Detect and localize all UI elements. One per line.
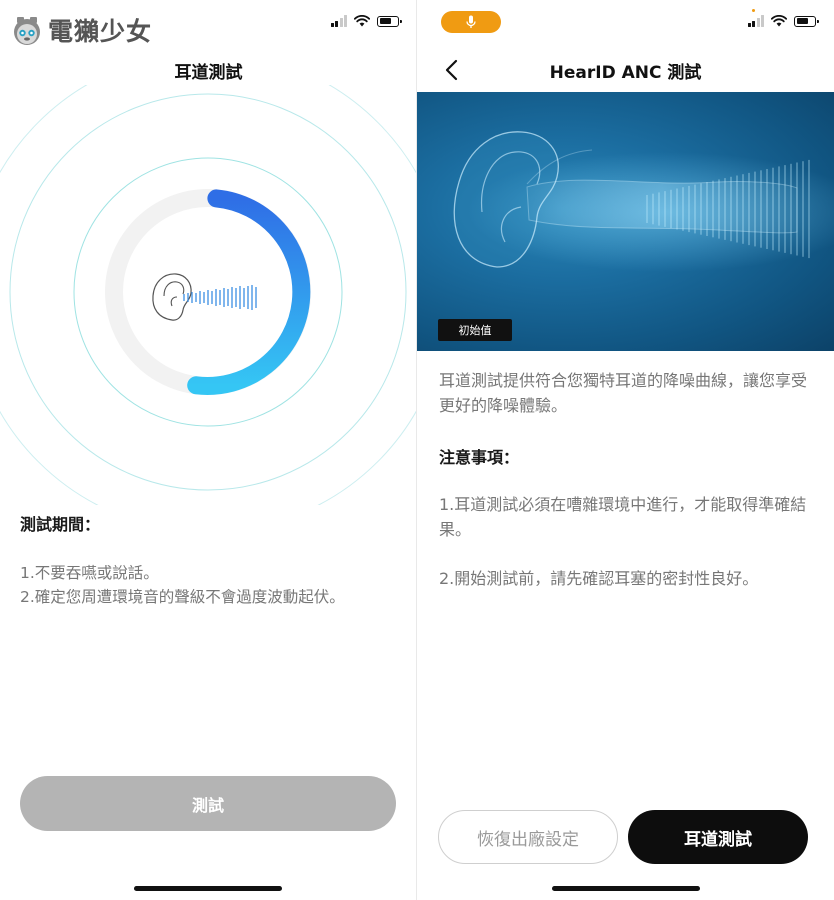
status-bar [747, 15, 819, 27]
status-bar [330, 15, 402, 27]
start-test-button[interactable]: 測試 [20, 776, 396, 831]
wifi-icon [771, 15, 787, 27]
page-title: HearID ANC 測試 [549, 63, 702, 83]
ear-with-sound-waves-icon [152, 273, 257, 321]
note-item: 2.開始測試前，請先確認耳塞的密封性良好。 [439, 569, 759, 588]
ear-test-progress-screen: 電獺少女 耳道測試 測試期間： 1.不要吞嚥或說話。 2.確定您周遭環境音的聲級… [0, 0, 417, 900]
page-title: 耳道測試 [174, 63, 243, 83]
note-item: 2.確定您周遭環境音的聲級不會過度波動起伏。 [20, 588, 345, 606]
ear-canal-hero-image: 初始值 [417, 92, 834, 351]
microphone-icon [466, 15, 476, 28]
home-indicator[interactable] [134, 886, 282, 891]
signal-bars-icon [747, 15, 764, 27]
start-ear-test-button[interactable]: 耳道測試 [628, 810, 808, 864]
section-heading: 測試期間： [20, 515, 101, 534]
privacy-dot-indicator [752, 9, 755, 12]
initial-value-badge: 初始值 [438, 319, 512, 341]
battery-icon [794, 15, 819, 27]
note-item: 1.不要吞嚥或說話。 [20, 564, 159, 582]
note-item: 1.耳道測試必須在嘈雜環境中進行，才能取得準確結果。 [439, 495, 807, 539]
battery-icon [377, 15, 402, 27]
ear-illustration [453, 131, 834, 272]
otter-mascot-icon [14, 17, 40, 45]
microphone-in-use-indicator[interactable] [441, 11, 501, 33]
home-indicator[interactable] [552, 886, 700, 891]
wifi-icon [354, 15, 370, 27]
description-text: 耳道測試提供符合您獨特耳道的降噪曲線，讓您享受更好的降噪體驗。 [439, 371, 808, 415]
restore-factory-settings-button[interactable]: 恢復出廠設定 [438, 810, 618, 864]
signal-bars-icon [330, 15, 347, 27]
watermark-text: 電獺少女 [48, 17, 153, 46]
notes-heading: 注意事項： [439, 448, 520, 467]
hearid-anc-intro-screen: HearID ANC 測試 初始值 耳道測試提供符合您獨特耳道的降噪曲線，讓您享… [417, 0, 834, 900]
watermark-logo: 電獺少女 [10, 12, 152, 48]
